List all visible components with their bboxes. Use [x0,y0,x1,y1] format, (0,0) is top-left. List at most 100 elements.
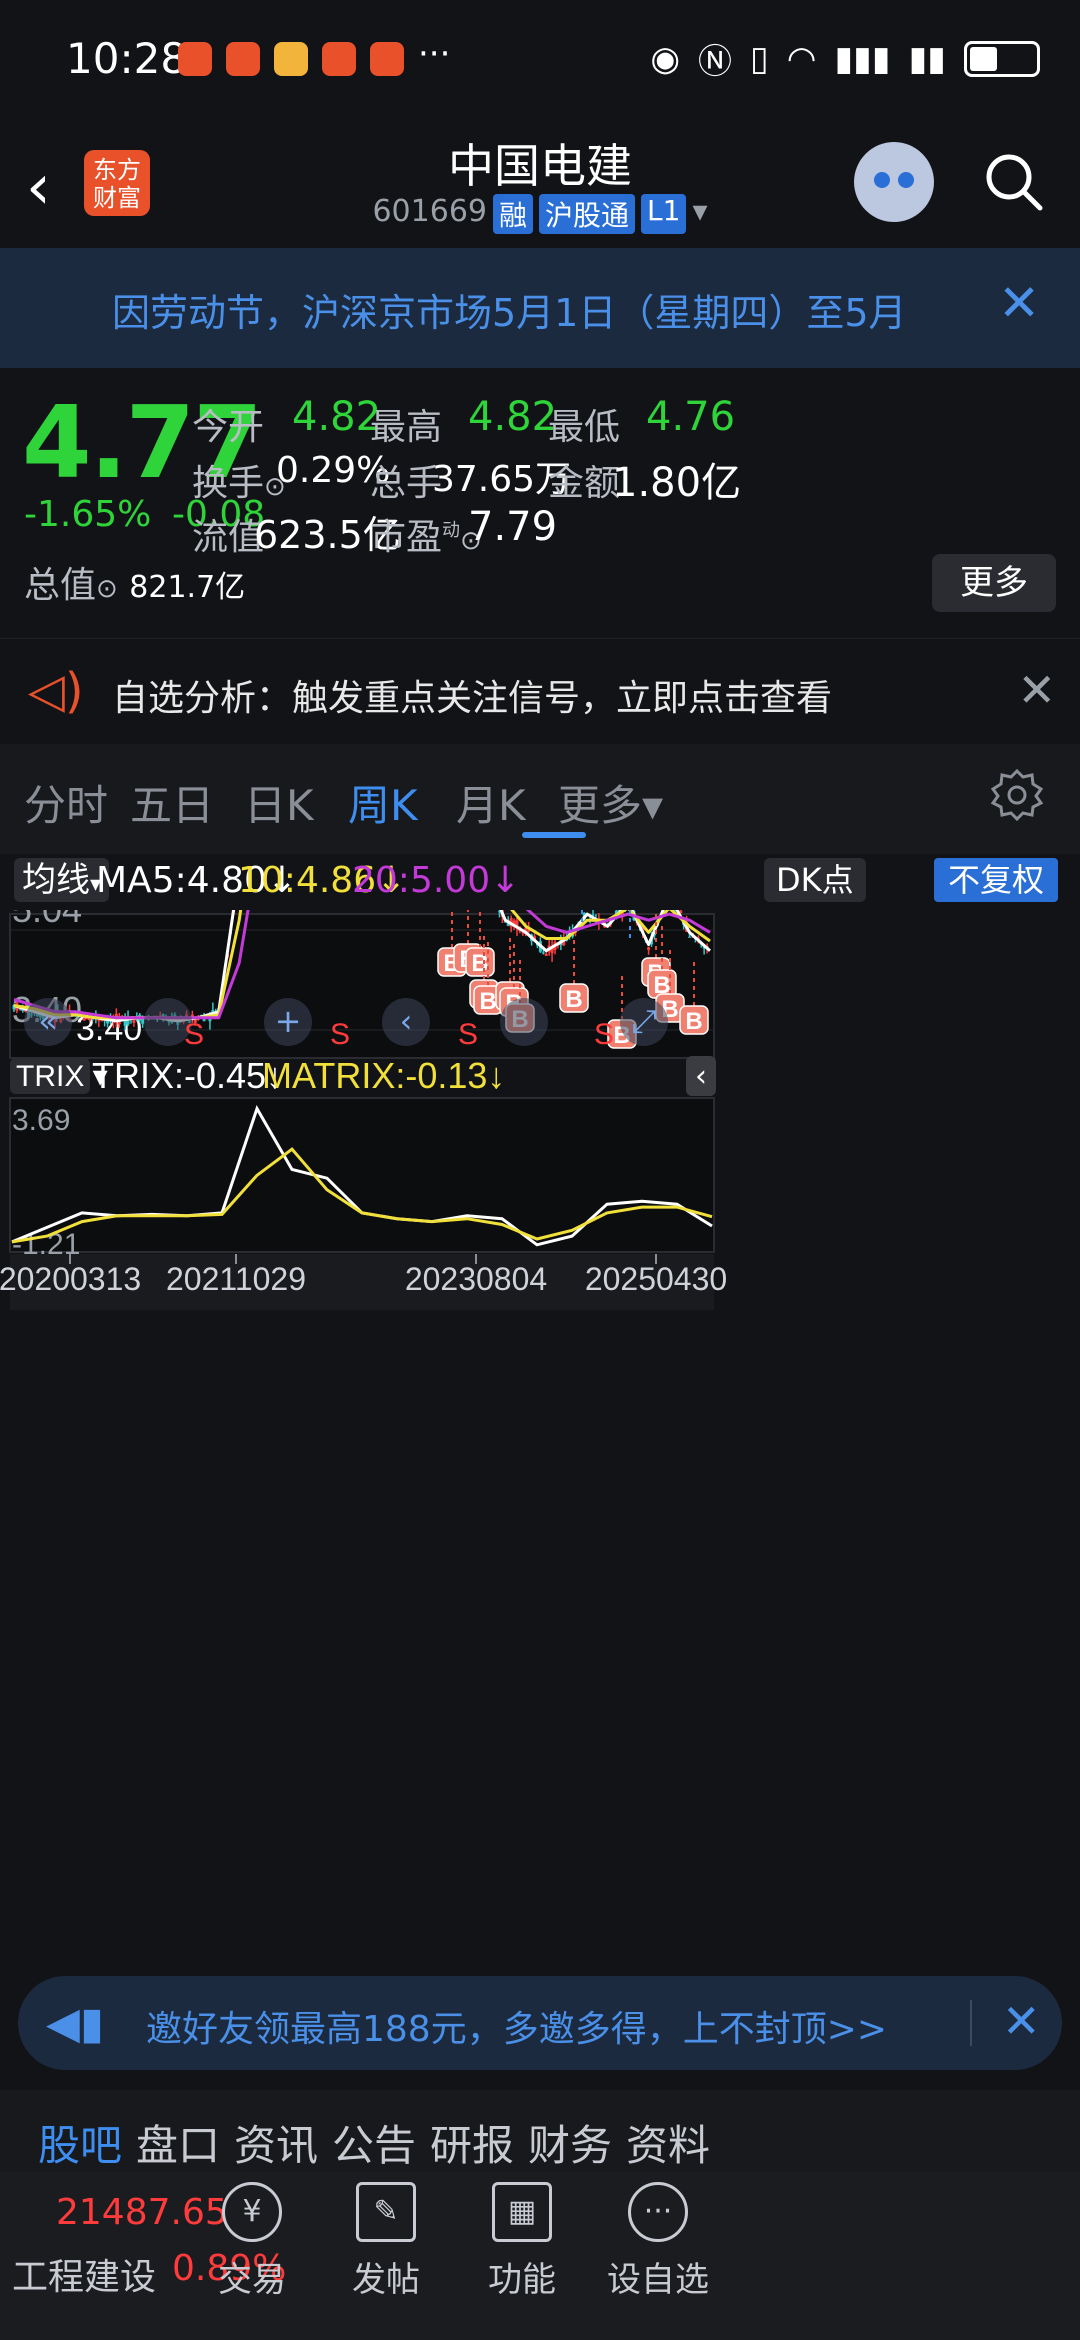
open-label: 今开 [192,407,265,448]
invite-banner[interactable]: ◀▮ 邀好友领最高188元，多邀多得，上不封顶>> ✕ [18,1976,1062,2070]
signal-5g-icon: ▮▮▮ [834,38,891,79]
candle-body [82,1018,86,1021]
nfc-icon: Ⓝ [698,42,733,82]
high-label: 最高 [370,407,443,448]
wifi-icon: ◠ [786,38,817,79]
nav-functions-label: 功能 [488,2260,556,2300]
low-label: 最低 [548,407,621,448]
turnover-label[interactable]: 换手⊙ [192,454,286,506]
low-value: 4.76 [646,394,736,440]
tab-research[interactable]: 研报 [430,2112,514,2173]
robot-assistant-icon[interactable] [854,142,934,222]
matrix-value: MATRIX:-0.13↓ [262,1055,505,1096]
adjust-button[interactable]: 不复权 [934,858,1059,902]
candle-body [85,1018,89,1020]
battery-icon [964,40,1040,77]
kline-chart-svg: 9.968.326.685.043.40<-9.963.40SSSSSSSSSB… [0,589,727,1310]
bottom-s-label: S [458,1018,478,1051]
close-icon[interactable]: ✕ [998,274,1040,332]
chevron-left-icon: ‹ [400,1002,413,1040]
notice-text: 因劳动节，沪深京市场5月1日（星期四）至5月 [112,291,907,335]
dk-point-button[interactable]: DK点 [764,858,866,902]
zoom-in-icon: + [275,1002,302,1040]
nav-post[interactable]: ✎ 发帖 [316,2182,456,2301]
bottom-s-label: S [330,1018,350,1051]
candle-body [647,947,651,950]
nav-post-label: 发帖 [352,2260,420,2300]
bottom-s-label: S [594,1018,614,1051]
tab-five-day[interactable]: 五日 [130,772,214,833]
amount-label: 金额 [548,463,621,504]
app-notification-icon [178,42,212,76]
chevron-left-icon: ‹ [695,1059,707,1094]
info-tabs: 股吧 盘口 资讯 公告 研报 财务 资料 [0,2090,1080,2172]
info-icon: ⊙ [96,574,118,604]
pe-value: 7.79 [468,504,558,550]
eye-icon: ◉ [650,38,681,79]
candle-body [541,952,545,954]
watchlist-alert-bar[interactable]: ◁) 自选分析：触发重点关注信号，立即点击查看 ✕ [0,638,1080,746]
hgt-tag: 沪股通 [539,194,636,234]
yen-refresh-icon: ¥ [222,2182,282,2242]
tab-weekly-k[interactable]: 周K [348,772,418,833]
ma20-value: 20:5.00↓ [352,860,521,901]
status-bar: 10:28 ··· ◉ Ⓝ ▯ ◠ ▮▮▮ ▮▮ [0,0,1080,120]
status-time: 10:28 [66,34,188,83]
tab-monthly-k[interactable]: 月K [456,772,526,833]
trix-chart-frame [9,1097,715,1253]
buy-signal-label: B [685,1008,702,1035]
nav-add-watchlist[interactable]: ··· 设自选 [588,2182,728,2301]
tab-pankou[interactable]: 盘口 [136,2112,220,2173]
tab-more[interactable]: 更多▾ [558,772,663,833]
speaker-icon: ◁) [28,663,84,719]
stock-header: ‹ 东方 财富 中国电建 601669 融 沪股通 L1 ▾ [0,120,1080,248]
alert-text: 自选分析：触发重点关注信号，立即点击查看 [112,678,833,719]
active-tab-underline [522,832,586,838]
grid-icon: ▦ [492,2182,552,2242]
x-tick-label: 20211029 [166,1261,306,1297]
sector-name[interactable]: 工程建设 [12,2248,156,2300]
search-icon[interactable] [982,150,1044,212]
change-percent: -1.65% [24,494,152,535]
app-notification-icon [370,42,404,76]
x-tick-label: 20250430 [585,1261,727,1297]
total-value-label: 总值 [24,565,97,606]
megaphone-icon: ◀▮ [46,1998,105,2049]
nav-functions[interactable]: ▦ 功能 [452,2182,592,2301]
y-tick-label: 5.04 [12,910,82,930]
stock-code: 601669 [372,194,487,229]
buy-signal-label: B [479,988,496,1015]
edit-icon: ✎ [356,2182,416,2242]
kline-chart-area[interactable]: 9.968.326.685.043.40<-9.963.40SSSSSSSSSB… [0,589,1080,1960]
pe-label[interactable]: 市盈动⊙ [370,508,482,560]
close-icon[interactable]: ✕ [1017,663,1056,717]
bottom-nav: 21487.65 工程建设 0.89% ¥ 交易 ✎ 发帖 ▦ 功能 ··· 设… [0,2172,1080,2340]
tab-daily-k[interactable]: 日K [244,772,314,833]
ma-selector-button[interactable]: 均线▾ [14,858,110,902]
tab-announcements[interactable]: 公告 [332,2112,416,2173]
nav-trade-label: 交易 [218,2260,286,2300]
app-notification-icon [322,42,356,76]
tab-profile[interactable]: 资料 [626,2112,710,2173]
tab-guba[interactable]: 股吧 [38,2112,122,2173]
market-notice-banner[interactable]: 因劳动节，沪深京市场5月1日（星期四）至5月 ✕ [0,248,1080,368]
bottom-s-label: S [184,1018,204,1051]
candle-body [100,1020,104,1022]
x-tick-label: 20200313 [0,1261,141,1297]
tab-finance[interactable]: 财务 [528,2112,612,2173]
expand-icon: ⤢ [631,1002,657,1040]
close-icon[interactable]: ✕ [1002,1994,1041,2048]
tab-news[interactable]: 资讯 [234,2112,318,2173]
x-tick-label: 20230804 [405,1261,547,1297]
tab-intraday[interactable]: 分时 [24,772,108,833]
more-dots-icon: ··· [628,2182,688,2242]
level-tag: L1 [641,194,687,234]
more-button[interactable]: 更多 [932,554,1056,612]
total-value[interactable]: 总值⊙ 821.7亿 [24,556,245,608]
signal-icon: ▮▮ [908,38,946,79]
vibrate-icon: ▯ [750,38,769,79]
dropdown-triangle-icon: ▾ [692,194,708,229]
gear-icon[interactable] [990,768,1044,822]
nav-trade[interactable]: ¥ 交易 [182,2182,322,2301]
chart-nav-button [500,998,548,1046]
